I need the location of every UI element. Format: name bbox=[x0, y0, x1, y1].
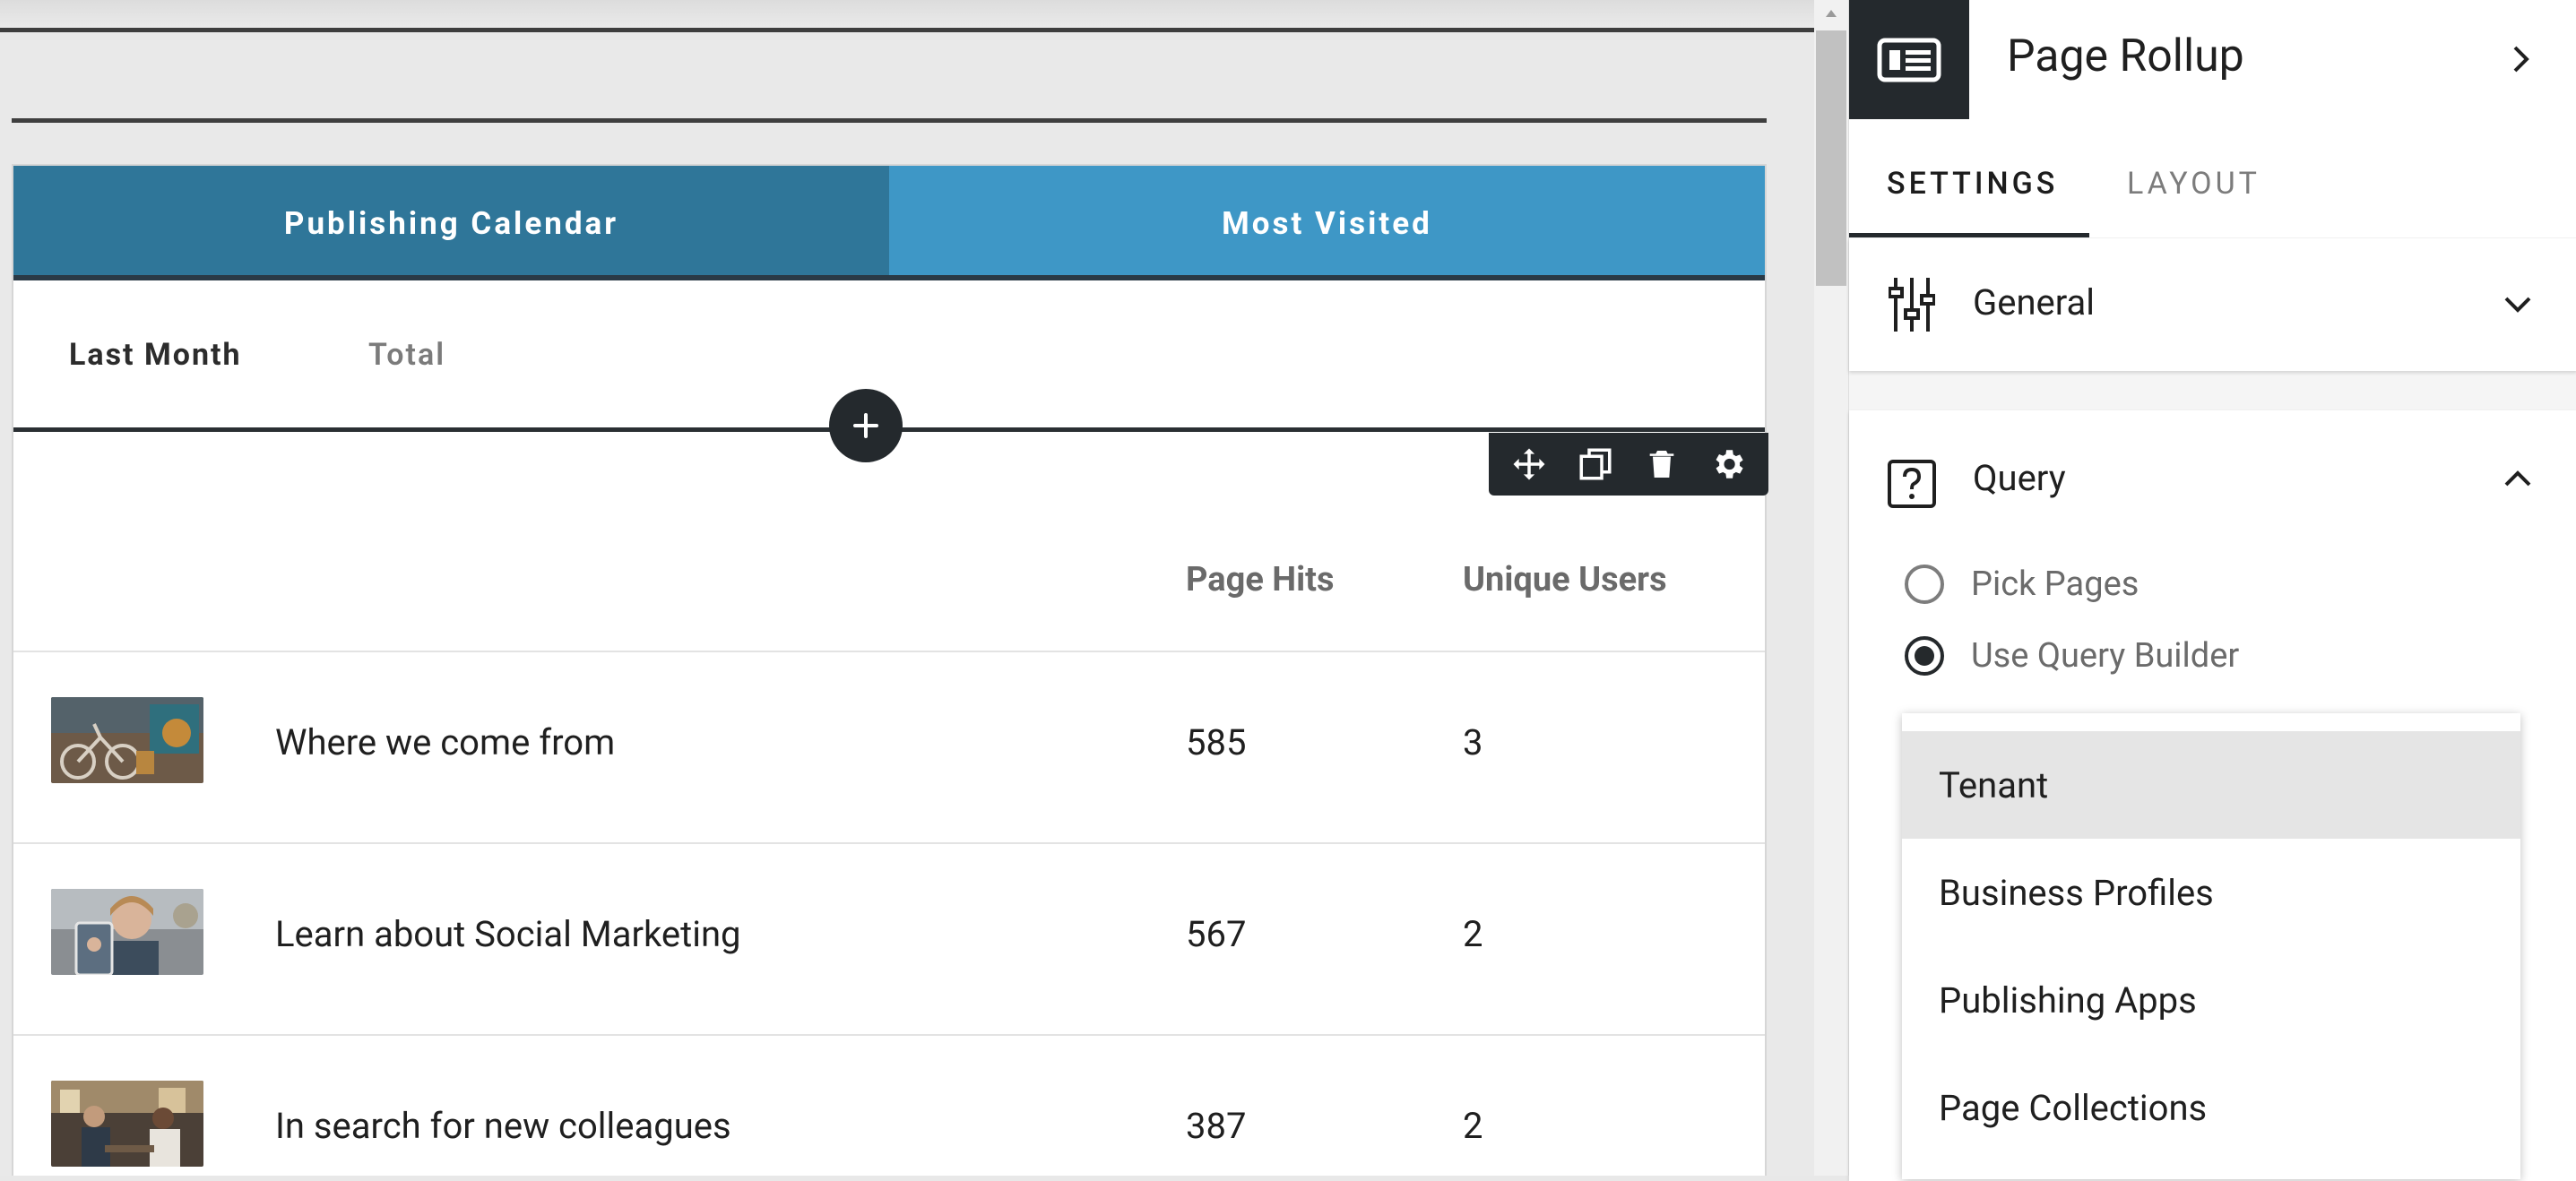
dropdown-item-publishing-apps[interactable]: Publishing Apps bbox=[1902, 946, 2520, 1054]
radio-checked[interactable] bbox=[1905, 636, 1944, 676]
plus-icon bbox=[853, 413, 878, 438]
scrollbar-thumb[interactable] bbox=[1816, 30, 1846, 286]
settings-icon[interactable] bbox=[1705, 441, 1751, 487]
vertical-scrollbar[interactable] bbox=[1814, 0, 1848, 1176]
active-tab-indicator bbox=[1849, 233, 2089, 237]
tab-layout[interactable]: LAYOUT bbox=[2127, 166, 2260, 202]
tab-most-visited[interactable]: Most Visited bbox=[889, 166, 1765, 280]
property-panel: Page Rollup SETTINGS LAYOUT General Quer… bbox=[1848, 0, 2576, 1181]
move-icon[interactable] bbox=[1506, 441, 1552, 487]
table-row[interactable]: In search for new colleagues 387 2 bbox=[13, 1036, 1765, 1176]
radio-label: Use Query Builder bbox=[1971, 636, 2240, 676]
delete-icon[interactable] bbox=[1638, 441, 1685, 487]
row-unique-users: 3 bbox=[1463, 721, 1483, 763]
sliders-icon bbox=[1887, 274, 1937, 335]
row-page-hits: 585 bbox=[1186, 721, 1247, 763]
column-header-unique-users[interactable]: Unique Users bbox=[1463, 560, 1667, 599]
query-label: Query bbox=[1973, 457, 2066, 499]
query-section-header[interactable]: Query bbox=[1849, 410, 2576, 545]
question-icon bbox=[1887, 453, 1937, 514]
radio-unchecked[interactable] bbox=[1905, 565, 1944, 604]
panel-header: Page Rollup bbox=[1849, 0, 2576, 119]
panel-tabs: SETTINGS LAYOUT bbox=[1849, 119, 2576, 237]
tab-publishing-calendar[interactable]: Publishing Calendar bbox=[13, 166, 889, 280]
radio-use-query-builder[interactable]: Use Query Builder bbox=[1905, 636, 2239, 676]
page-rollup-webpart[interactable]: Publishing Calendar Most Visited Last Mo… bbox=[12, 164, 1768, 1176]
general-section-header[interactable]: General bbox=[1849, 238, 2576, 373]
row-page-hits: 567 bbox=[1186, 913, 1247, 955]
add-section-button[interactable] bbox=[829, 389, 903, 462]
query-source-dropdown: Tenant Business Profiles Publishing Apps… bbox=[1902, 713, 2520, 1179]
radio-pick-pages[interactable]: Pick Pages bbox=[1905, 565, 2139, 604]
main-tabs: Publishing Calendar Most Visited bbox=[13, 166, 1765, 280]
row-page-hits: 387 bbox=[1186, 1105, 1247, 1147]
chevron-down-icon[interactable] bbox=[2498, 285, 2537, 324]
table-row[interactable]: Learn about Social Marketing 567 2 bbox=[13, 844, 1765, 1034]
thumbnail-bicycle-shop bbox=[51, 697, 203, 783]
subtab-last-month[interactable]: Last Month bbox=[69, 337, 242, 373]
column-header-page-hits[interactable]: Page Hits bbox=[1186, 560, 1335, 599]
dropdown-item-page-collections[interactable]: Page Collections bbox=[1902, 1054, 2520, 1161]
thumbnail-colleagues-meeting bbox=[51, 1081, 203, 1167]
page-rollup-icon bbox=[1849, 0, 1969, 119]
subtab-total[interactable]: Total bbox=[368, 337, 445, 373]
section-divider bbox=[12, 118, 1767, 123]
thumbnail-social-marketing bbox=[51, 889, 203, 975]
radio-label: Pick Pages bbox=[1971, 565, 2139, 604]
row-title[interactable]: In search for new colleagues bbox=[275, 1105, 731, 1147]
page-canvas: Publishing Calendar Most Visited Last Mo… bbox=[0, 0, 1814, 1176]
general-label: General bbox=[1973, 281, 2096, 323]
tab-settings[interactable]: SETTINGS bbox=[1887, 166, 2058, 202]
table-row[interactable]: Where we come from 585 3 bbox=[13, 652, 1765, 842]
dropdown-item-business-profiles[interactable]: Business Profiles bbox=[1902, 839, 2520, 946]
panel-title: Page Rollup bbox=[2007, 30, 2244, 82]
row-title[interactable]: Learn about Social Marketing bbox=[275, 913, 741, 955]
row-unique-users: 2 bbox=[1463, 913, 1483, 955]
top-bar bbox=[0, 0, 1814, 29]
dropdown-item-tenant[interactable]: Tenant bbox=[1902, 731, 2520, 839]
webpart-toolbar bbox=[1489, 433, 1768, 496]
chevron-right-icon[interactable] bbox=[2502, 39, 2541, 79]
row-unique-users: 2 bbox=[1463, 1105, 1483, 1147]
scroll-up-arrow-icon[interactable] bbox=[1814, 0, 1848, 27]
copy-icon[interactable] bbox=[1572, 441, 1619, 487]
chevron-up-icon[interactable] bbox=[2498, 459, 2537, 498]
row-title[interactable]: Where we come from bbox=[275, 721, 615, 763]
general-section: General bbox=[1849, 238, 2576, 371]
top-divider bbox=[0, 28, 1814, 32]
